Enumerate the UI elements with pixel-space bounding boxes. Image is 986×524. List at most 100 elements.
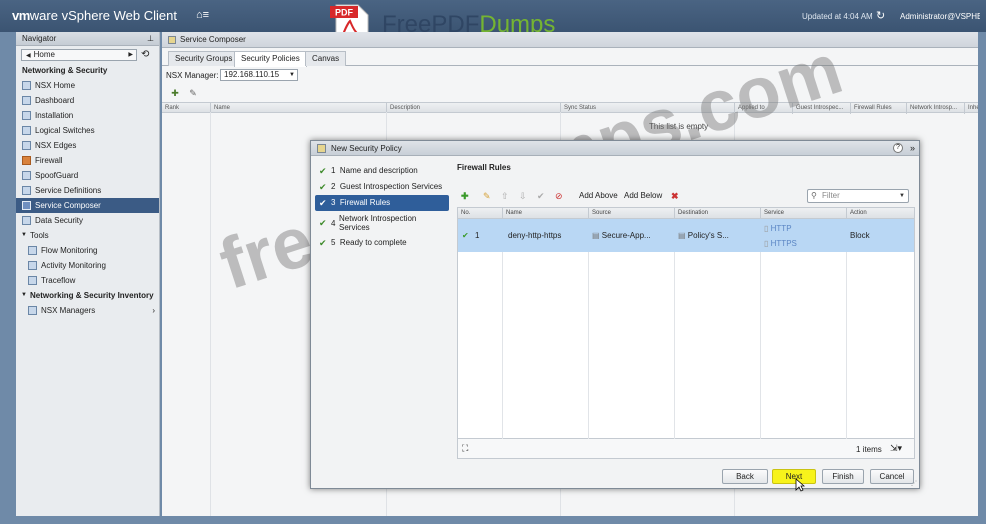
sidebar-item-traceflow[interactable]: Traceflow <box>16 273 159 288</box>
rule-service-http[interactable]: ▯ HTTP <box>764 224 792 234</box>
new-security-policy-dialog: New Security Policy ? » ✔ 1 Name and desc… <box>310 140 920 492</box>
tab-security-groups[interactable]: Security Groups <box>168 51 240 66</box>
history-icon[interactable]: ⟲ <box>141 49 149 60</box>
check-icon: ✔ <box>319 182 327 192</box>
rule-enabled-icon: ✔ <box>462 231 469 240</box>
user-menu[interactable]: Administrator@VSPHE <box>900 12 980 21</box>
rule-action[interactable]: Block <box>850 219 870 252</box>
create-policy-icon[interactable]: ✚ <box>170 88 180 98</box>
wizard-step-5[interactable]: ✔ 5 Ready to complete <box>315 235 449 251</box>
sidebar-item-logical-switches[interactable]: Logical Switches <box>16 123 159 138</box>
enable-rule-icon[interactable]: ✔ <box>537 191 545 201</box>
col-service[interactable]: Service <box>760 208 846 219</box>
sidebar-item-spoofguard[interactable]: SpoofGuard <box>16 168 159 183</box>
add-rule-icon[interactable]: ✚ <box>461 191 469 201</box>
chevron-right-icon: › <box>152 306 155 315</box>
nav-group-inventory[interactable]: ▼ Networking & Security Inventory <box>16 288 159 303</box>
search-icon: ⚲ <box>811 191 817 200</box>
col-applied-to[interactable]: Applied to <box>734 103 792 114</box>
rule-name[interactable]: deny-http-https <box>508 219 586 252</box>
rules-grid-footer: ⛶ 1 items ⇲▾ <box>457 439 915 459</box>
wizard-step-3[interactable]: ✔ 3 Firewall Rules <box>315 195 449 211</box>
dialog-title-bar: New Security Policy ? » <box>311 141 919 156</box>
back-button[interactable]: Back <box>722 469 768 484</box>
home-menu-icon[interactable]: ⌂≡ <box>196 9 209 21</box>
next-button[interactable]: Next <box>772 469 816 484</box>
finish-button[interactable]: Finish <box>822 469 864 484</box>
col-guest-introspection[interactable]: Guest Introspec... <box>792 103 850 114</box>
sidebar-item-firewall[interactable]: Firewall <box>16 153 159 168</box>
col-action[interactable]: Action <box>846 208 914 219</box>
sidebar-item-nsx-managers[interactable]: NSX Managers › <box>16 303 159 318</box>
sidebar-item-dashboard[interactable]: Dashboard <box>16 93 159 108</box>
col-no[interactable]: No. <box>458 208 502 219</box>
check-icon: ✔ <box>319 218 327 228</box>
add-below-button[interactable]: Add Below <box>624 191 662 201</box>
expand-icon[interactable]: » <box>910 141 915 156</box>
help-icon[interactable]: ? <box>893 143 903 153</box>
filter-input[interactable]: ⚲ Filter ▼ <box>807 189 909 203</box>
firewall-rules-grid: No. Name Source Destination Service Acti… <box>457 207 915 439</box>
back-arrow-icon[interactable]: ◀ <box>26 53 31 59</box>
collapse-triangle-icon[interactable]: ▼ <box>21 288 27 303</box>
svg-text:PDF: PDF <box>335 8 354 18</box>
refresh-icon[interactable]: ↻ <box>876 9 885 22</box>
export-icon[interactable]: ⇲▾ <box>890 443 902 454</box>
nsx-manager-select[interactable]: 192.168.110.15 ▼ <box>220 69 298 81</box>
mouse-cursor-icon <box>795 478 805 492</box>
col-description[interactable]: Description <box>386 103 560 114</box>
move-up-icon[interactable]: ⇧ <box>501 191 509 201</box>
logical-switch-icon <box>22 126 31 135</box>
disable-rule-icon[interactable]: ⊘ <box>555 191 563 201</box>
check-icon: ✔ <box>319 238 327 248</box>
col-source[interactable]: Source <box>588 208 674 219</box>
edge-icon <box>22 141 31 150</box>
col-rule-name[interactable]: Name <box>502 208 588 219</box>
wizard-step-2[interactable]: ✔ 2 Guest Introspection Services <box>315 179 449 195</box>
rule-source[interactable]: ▤ Secure-App... <box>592 219 651 252</box>
nav-group-tools[interactable]: ▼ Tools <box>16 228 159 243</box>
col-destination[interactable]: Destination <box>674 208 760 219</box>
collapse-triangle-icon[interactable]: ▼ <box>21 228 27 243</box>
sidebar-item-nsx-edges[interactable]: NSX Edges <box>16 138 159 153</box>
col-inherited[interactable]: Inhe <box>964 103 978 114</box>
traceflow-icon <box>28 276 37 285</box>
policy-grid-header: Rank Name Description Sync Status Applie… <box>162 102 978 114</box>
resize-grip-icon[interactable]: ⋰ <box>911 480 917 487</box>
pin-icon[interactable]: ⊥ <box>147 32 154 46</box>
items-count: 1 items <box>856 445 882 454</box>
sidebar-item-service-definitions[interactable]: Service Definitions <box>16 183 159 198</box>
dropdown-arrow-icon[interactable]: ▼ <box>899 190 905 202</box>
table-row[interactable]: ✔ 1 deny-http-https ▤ Secure-App... ▤ Po… <box>458 219 914 252</box>
rule-destination[interactable]: ▤ Policy's S... <box>678 219 729 252</box>
sidebar-item-installation[interactable]: Installation <box>16 108 159 123</box>
col-sync-status[interactable]: Sync Status <box>560 103 734 114</box>
policy-icon <box>317 144 326 153</box>
rule-service-https[interactable]: ▯ HTTPS <box>764 239 797 249</box>
add-above-button[interactable]: Add Above <box>579 191 618 201</box>
sidebar-item-flow-monitoring[interactable]: Flow Monitoring <box>16 243 159 258</box>
move-down-icon[interactable]: ⇩ <box>519 191 527 201</box>
forward-arrow-icon[interactable]: ▶ <box>128 50 133 60</box>
sidebar-item-nsx-home[interactable]: NSX Home <box>16 78 159 93</box>
col-rank[interactable]: Rank <box>162 103 210 114</box>
wizard-step-1[interactable]: ✔ 1 Name and description <box>315 163 449 179</box>
col-network-introspection[interactable]: Network Introsp... <box>906 103 964 114</box>
tab-canvas[interactable]: Canvas <box>305 51 347 66</box>
wizard-step-4[interactable]: ✔ 4 Network Introspection Services <box>315 211 449 235</box>
find-icon[interactable]: ⛶ <box>462 443 468 454</box>
sidebar-item-data-security[interactable]: Data Security <box>16 213 159 228</box>
cancel-button[interactable]: Cancel <box>870 469 914 484</box>
sidebar-item-activity-monitoring[interactable]: Activity Monitoring <box>16 258 159 273</box>
service-composer-icon <box>22 201 31 210</box>
sidebar-item-service-composer[interactable]: Service Composer <box>16 198 159 213</box>
edit-policy-icon[interactable]: ✎ <box>188 88 198 98</box>
col-firewall-rules[interactable]: Firewall Rules <box>850 103 906 114</box>
dropdown-arrow-icon: ▼ <box>289 72 295 78</box>
edit-rule-icon[interactable]: ✎ <box>483 191 491 201</box>
tab-security-policies[interactable]: Security Policies <box>234 51 307 67</box>
nsx-manager-icon <box>28 306 37 315</box>
nav-home-button[interactable]: ◀ Home ▶ <box>21 49 137 61</box>
col-name[interactable]: Name <box>210 103 386 114</box>
delete-rule-icon[interactable]: ✖ <box>671 191 679 201</box>
